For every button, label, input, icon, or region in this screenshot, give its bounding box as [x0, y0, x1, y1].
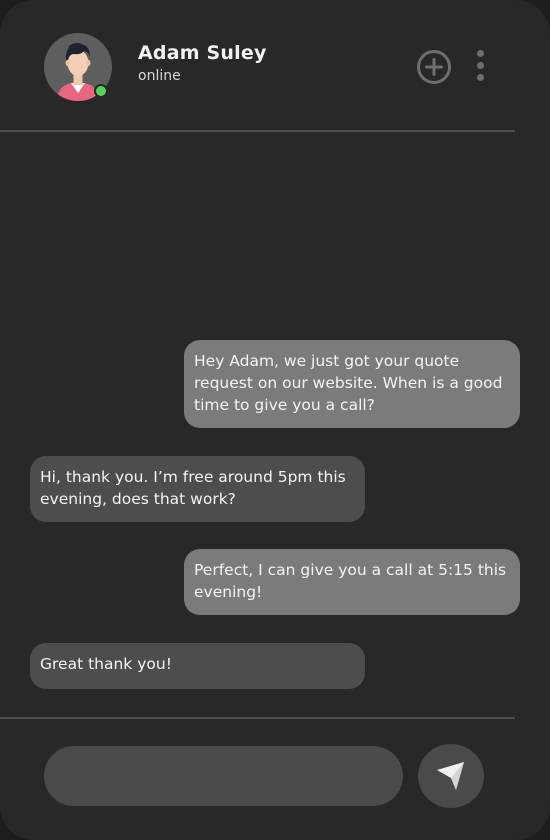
chat-window: Adam Suley online Hey Adam, we just got … [0, 0, 550, 840]
message-line: evening, does that work? [40, 490, 236, 508]
more-options-button[interactable] [470, 48, 490, 84]
message-line: Hey Adam, we just got your quote [194, 352, 460, 370]
contact-name: Adam Suley [138, 42, 267, 64]
message-outgoing: Hey Adam, we just got your quote request… [184, 340, 520, 428]
vertical-dots-icon [477, 50, 484, 57]
menu-dot [477, 62, 484, 69]
message-line: time to give you a call? [194, 396, 375, 414]
message-line: request on our website. When is a good [194, 374, 503, 392]
header-divider [0, 130, 515, 132]
message-line: evening! [194, 583, 263, 601]
message-input[interactable] [44, 746, 403, 806]
plus-circle-icon [417, 50, 451, 84]
composer-divider [0, 717, 515, 719]
message-outgoing: Perfect, I can give you a call at 5:15 t… [184, 549, 520, 615]
contact-status: online [138, 68, 181, 84]
message-line: Perfect, I can give you a call at 5:15 t… [194, 561, 507, 579]
message-incoming: Hi, thank you. I’m free around 5pm this … [30, 456, 365, 522]
paper-plane-icon [437, 762, 464, 790]
message-incoming: Great thank you! [30, 643, 365, 689]
add-button[interactable] [416, 49, 452, 85]
send-button[interactable] [418, 744, 484, 808]
menu-dot [477, 74, 484, 81]
message-line: Great thank you! [40, 655, 172, 673]
message-line: Hi, thank you. I’m free around 5pm this [40, 468, 346, 486]
online-status-dot [94, 84, 108, 98]
